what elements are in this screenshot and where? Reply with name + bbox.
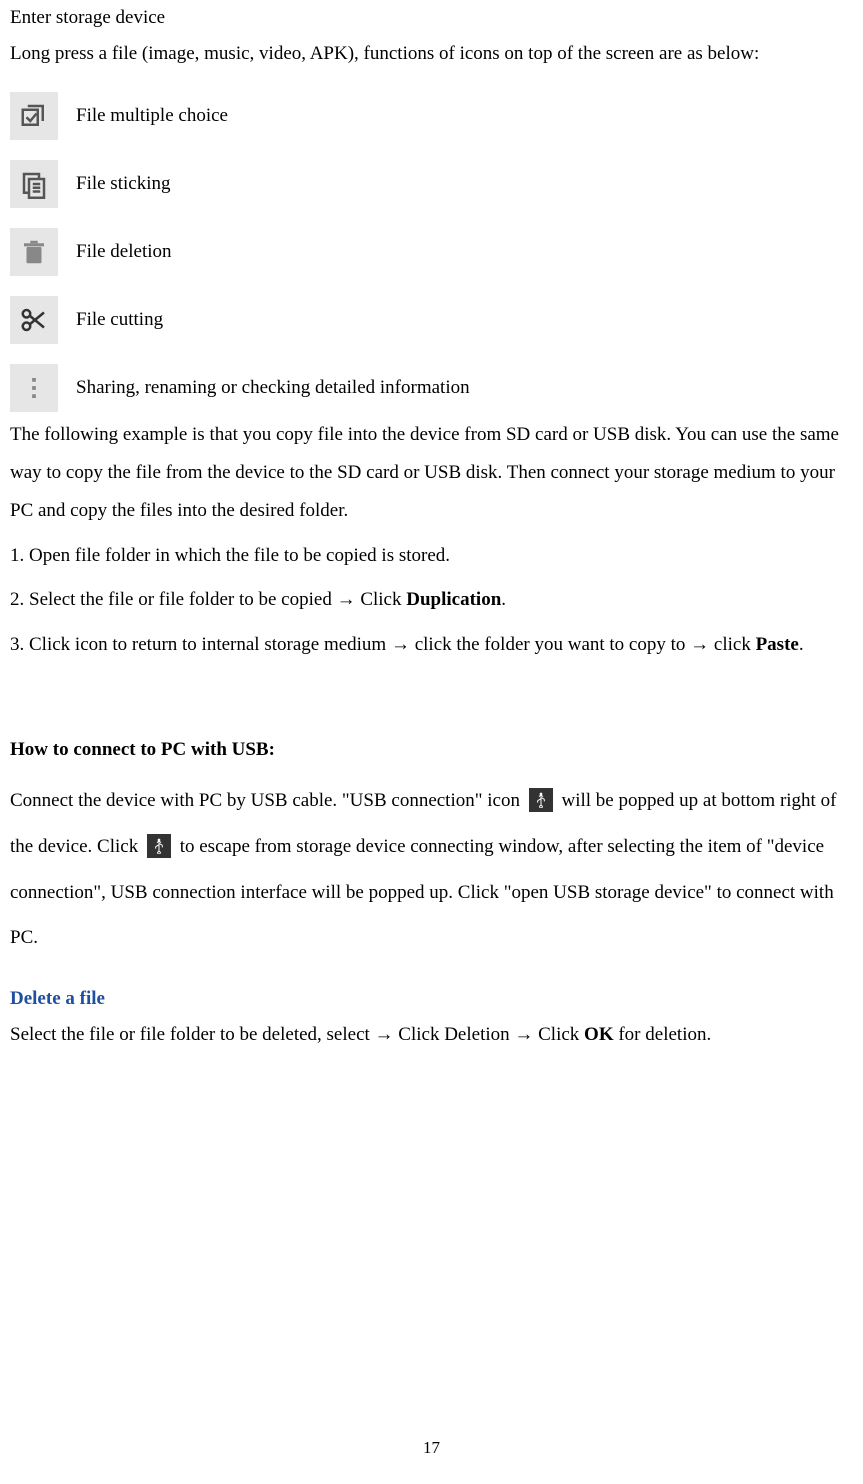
row-sticking: File sticking	[10, 160, 853, 208]
page-number: 17	[10, 1432, 853, 1464]
copy-icon	[10, 160, 58, 208]
copy-paragraph: The following example is that you copy f…	[10, 416, 853, 530]
trash-icon	[10, 228, 58, 276]
sticking-label: File sticking	[76, 166, 170, 202]
step-2c: .	[501, 589, 506, 610]
delete-heading: Delete a file	[10, 981, 853, 1017]
step-2b: Duplication	[406, 589, 501, 610]
delete-textb: OK	[584, 1024, 614, 1045]
step-3b: Paste	[756, 634, 799, 655]
multi-label: File multiple choice	[76, 98, 228, 134]
step-1: 1. Open file folder in which the file to…	[10, 538, 853, 574]
row-cutting: File cutting	[10, 296, 853, 344]
row-more: Sharing, renaming or checking detailed i…	[10, 364, 853, 412]
usb-p1a: Connect the device with PC by USB cable.…	[10, 790, 525, 811]
multi-select-icon	[10, 92, 58, 140]
delete-textc: for deletion.	[614, 1024, 712, 1045]
intro-line1: Enter storage device	[10, 0, 853, 36]
usb-icon-2	[147, 834, 171, 858]
step-2a: 2. Select the file or file folder to be …	[10, 589, 406, 610]
step-3: 3. Click icon to return to internal stor…	[10, 626, 853, 664]
delete-text: Select the file or file folder to be del…	[10, 1017, 853, 1053]
delete-texta: Select the file or file folder to be del…	[10, 1024, 584, 1045]
row-deletion: File deletion	[10, 228, 853, 276]
step-3c: .	[799, 634, 804, 655]
more-icon	[10, 364, 58, 412]
step-3a: 3. Click icon to return to internal stor…	[10, 634, 756, 655]
deletion-label: File deletion	[76, 234, 172, 270]
more-label: Sharing, renaming or checking detailed i…	[76, 370, 470, 406]
usb-heading: How to connect to PC with USB:	[10, 732, 853, 768]
step-2: 2. Select the file or file folder to be …	[10, 582, 853, 618]
usb-icon-1	[529, 788, 553, 812]
intro-line2: Long press a file (image, music, video, …	[10, 36, 853, 72]
row-multi: File multiple choice	[10, 92, 853, 140]
usb-paragraph: Connect the device with PC by USB cable.…	[10, 778, 853, 960]
scissors-icon	[10, 296, 58, 344]
cutting-label: File cutting	[76, 302, 163, 338]
